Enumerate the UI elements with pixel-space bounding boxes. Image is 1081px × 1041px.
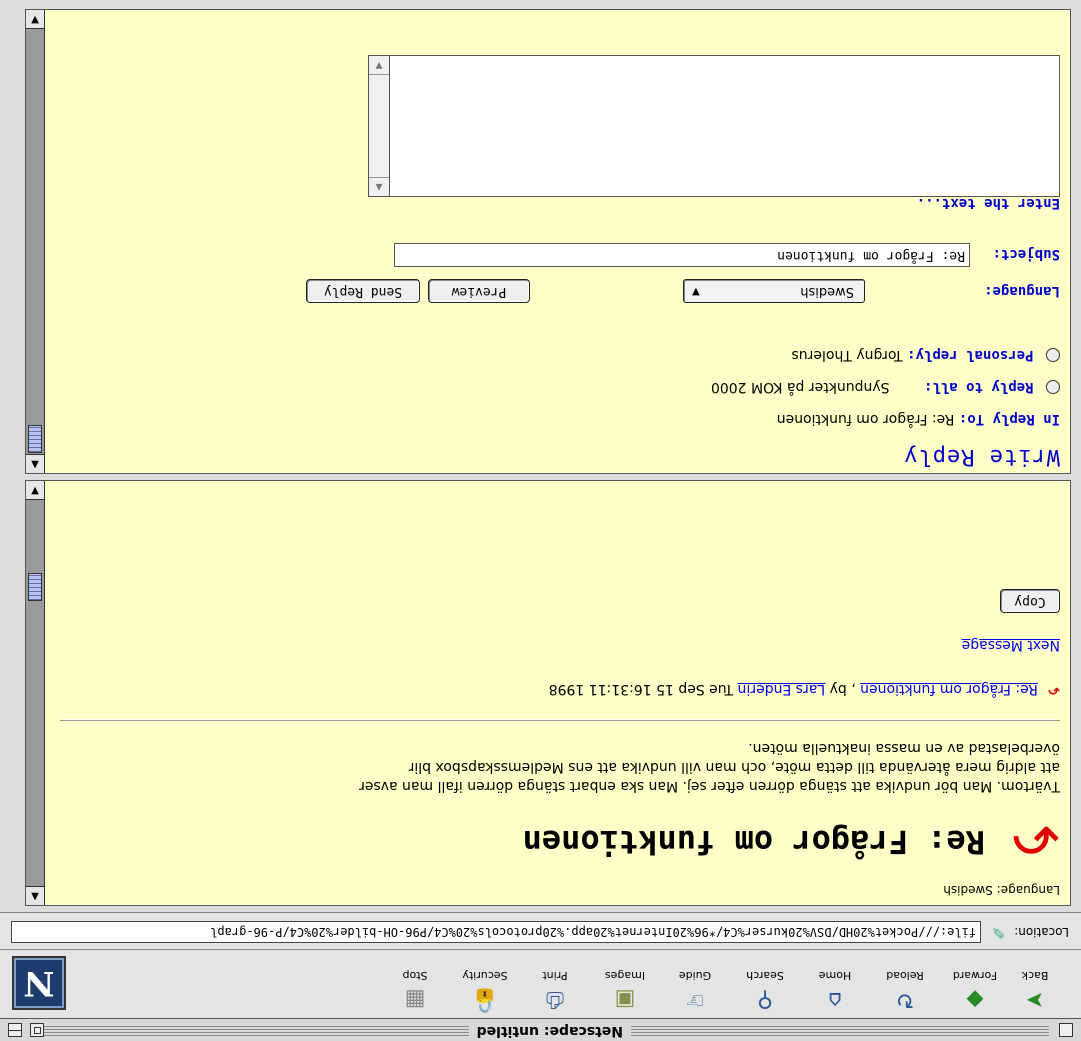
language-select[interactable]: Swedish ▼: [683, 279, 865, 303]
scroll-up-arrow-icon[interactable]: ▲: [26, 454, 44, 473]
send-reply-button[interactable]: Send Reply: [306, 279, 420, 303]
print-icon: ⎙: [546, 987, 564, 1012]
stop-label: Stop: [402, 969, 428, 982]
back-arrow-icon: ➤: [1025, 987, 1045, 1012]
scroll-thumb[interactable]: [28, 573, 42, 601]
message-title: Re: Frågor om funktionen: [522, 823, 985, 861]
navigation-toolbar: ➤ Back ◆ Forward ↻ Reload ⌂ Home ⚲ Searc…: [0, 949, 1081, 1018]
search-icon: ⚲: [756, 987, 774, 1012]
reply-author-link[interactable]: Lars Enderin: [738, 681, 826, 697]
subject-input[interactable]: Re: Frågor om funktionen: [394, 243, 970, 267]
reply-all-radio[interactable]: [1046, 380, 1060, 394]
reply-reference: ↶ Re: Frågor om funktionen , by Lars End…: [549, 681, 1060, 697]
location-url-field[interactable]: file:///Pocket%20HD/DSV%20kurser%C4/*96%…: [11, 921, 981, 943]
scroll-down-arrow-icon[interactable]: ▼: [26, 481, 44, 500]
enter-text-label: Enter the text...: [916, 195, 1060, 211]
personal-reply-label: Personal reply:: [907, 347, 1034, 363]
netscape-logo[interactable]: N: [12, 956, 66, 1010]
bookmark-pin-icon[interactable]: ✎: [992, 923, 1005, 942]
language-select-value: Swedish: [800, 284, 854, 299]
reply-frame: Write Reply In Reply To: Re: Frågor om f…: [25, 9, 1071, 474]
title-bar[interactable]: Netscape: untitled: [0, 1018, 1081, 1041]
reply-arrow-icon: ↶: [1011, 801, 1060, 869]
print-label: Print: [542, 969, 568, 982]
scroll-down-arrow-icon[interactable]: ▼: [26, 10, 44, 29]
location-bar: Location: ✎ file:///Pocket%20HD/DSV%20ku…: [0, 912, 1081, 949]
divider: [60, 719, 1060, 721]
security-label: Security: [462, 969, 508, 982]
stop-button[interactable]: ▦ Stop: [379, 969, 451, 1012]
reply-date: Tue Sep 15 16:31:11 1998: [548, 681, 734, 697]
text-area-scrollbar[interactable]: ▲ ▼: [369, 56, 390, 196]
scroll-thumb[interactable]: [28, 425, 42, 453]
forward-button[interactable]: ◆ Forward: [939, 969, 1011, 1012]
reply-title-link[interactable]: Re: Frågor om funktionen: [860, 681, 1038, 697]
message-scrollbar[interactable]: ▲ ▼: [26, 481, 45, 905]
home-button[interactable]: ⌂ Home: [799, 969, 871, 1012]
back-label: Back: [1021, 969, 1049, 982]
message-body-line: överbelastad av en massa inaktuella möte…: [748, 740, 1060, 756]
images-icon: ▣: [614, 987, 636, 1012]
search-label: Search: [746, 969, 784, 982]
message-frame: Language: Swedish ↶ Re: Frågor om funkti…: [25, 480, 1071, 906]
reply-all-value: Synpunkter på KOM 2000: [710, 379, 890, 395]
guide-icon: ☞: [685, 987, 705, 1012]
subject-label: Subject:: [992, 246, 1060, 262]
reply-text-area[interactable]: ▲ ▼: [368, 55, 1060, 197]
personal-reply-row[interactable]: Personal reply: Torgny Tholerus: [791, 347, 1060, 363]
message-body: Tvärtom. Man bör undvika att stänga dörr…: [60, 738, 1060, 795]
text-scroll-up-arrow-icon[interactable]: ▲: [369, 177, 389, 196]
images-label: Images: [604, 969, 646, 982]
browser-window: Netscape: untitled ➤ Back ◆ Forward ↻ Re…: [0, 0, 1081, 1041]
reply-all-row[interactable]: Reply to all: Synpunkter på KOM 2000: [711, 379, 1060, 395]
stop-icon: ▦: [404, 987, 426, 1012]
images-button[interactable]: ▣ Images: [589, 969, 661, 1012]
reply-all-label: Reply to all:: [923, 379, 1034, 395]
home-icon: ⌂: [828, 987, 842, 1012]
language-label: Language:: [984, 283, 1060, 299]
message-body-line: att aldrig mera återvända till detta möt…: [408, 759, 1060, 775]
small-reply-icon: ↶: [1048, 681, 1060, 697]
reply-by-text: , by: [829, 681, 856, 697]
window-title: Netscape: untitled: [468, 1023, 631, 1039]
chevron-down-icon: ▼: [692, 286, 700, 297]
forward-arrow-icon: ◆: [966, 987, 984, 1012]
personal-reply-value: Torgny Tholerus: [791, 347, 903, 363]
preview-button[interactable]: Preview: [428, 279, 530, 303]
in-reply-to-value: Re: Frågor om funktionen: [776, 411, 955, 427]
scroll-up-arrow-icon[interactable]: ▲: [26, 886, 44, 905]
reply-scrollbar[interactable]: ▲ ▼: [26, 10, 45, 473]
copy-button[interactable]: Copy: [1000, 589, 1060, 613]
in-reply-to-row: In Reply To: Re: Frågor om funktionen: [777, 411, 1060, 427]
zoom-box[interactable]: [30, 1023, 44, 1037]
security-icon: 🔓: [471, 987, 499, 1012]
personal-reply-radio[interactable]: [1046, 348, 1060, 362]
text-scroll-down-arrow-icon[interactable]: ▼: [369, 56, 389, 75]
collapse-box[interactable]: [8, 1023, 22, 1037]
next-message-link[interactable]: Next Message: [962, 637, 1060, 653]
close-box[interactable]: [1059, 1023, 1073, 1037]
location-label: Location:: [1014, 925, 1069, 939]
message-body-line: Tvärtom. Man bör undvika att stänga dörr…: [359, 778, 1060, 794]
reload-button[interactable]: ↻ Reload: [869, 969, 941, 1012]
print-button[interactable]: ⎙ Print: [519, 969, 591, 1012]
in-reply-to-label: In Reply To:: [958, 411, 1060, 427]
guide-label: Guide: [678, 969, 712, 982]
write-reply-heading: Write Reply: [903, 444, 1060, 469]
security-button[interactable]: 🔓 Security: [449, 969, 521, 1012]
message-language: Language: Swedish: [943, 883, 1060, 897]
guide-button[interactable]: ☞ Guide: [659, 969, 731, 1012]
forward-label: Forward: [952, 969, 998, 982]
home-label: Home: [818, 969, 852, 982]
reload-label: Reload: [886, 969, 924, 982]
search-button[interactable]: ⚲ Search: [729, 969, 801, 1012]
reload-icon: ↻: [895, 987, 915, 1012]
